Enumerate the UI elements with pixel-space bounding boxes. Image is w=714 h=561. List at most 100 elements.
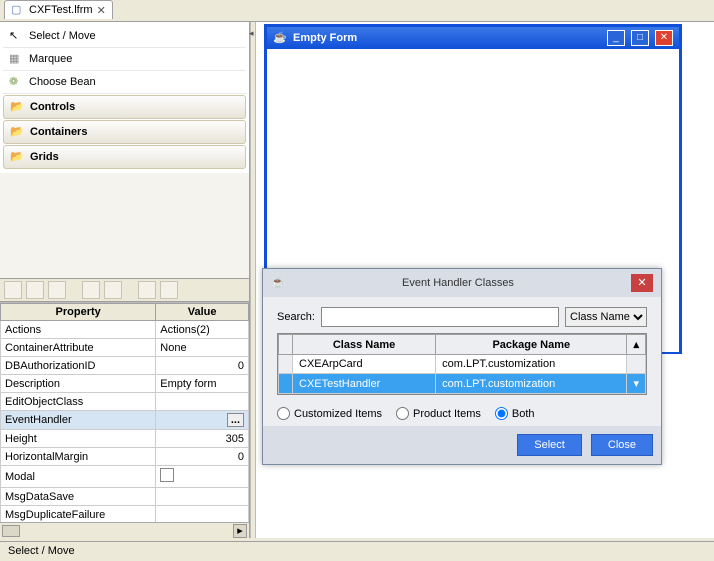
property-name: Description — [1, 375, 156, 393]
palette-cat-label: Containers — [30, 126, 87, 138]
property-value[interactable] — [156, 506, 249, 523]
close-button[interactable]: Close — [591, 434, 653, 456]
cell-package: com.LPT.customization — [436, 355, 627, 374]
sort-za-button[interactable] — [104, 281, 122, 299]
property-value[interactable] — [156, 393, 249, 411]
property-row[interactable]: ContainerAttributeNone — [1, 339, 249, 357]
palette-cat-label: Grids — [30, 151, 59, 163]
col-value[interactable]: Value — [156, 304, 249, 321]
palette-cat-label: Controls — [30, 101, 75, 113]
property-value[interactable]: 0 — [156, 448, 249, 466]
palette-label: Marquee — [29, 53, 72, 65]
folder-icon — [10, 150, 24, 164]
tab-title: CXFTest.lfrm — [29, 4, 93, 16]
java-icon — [273, 31, 287, 45]
search-label: Search: — [277, 311, 315, 323]
search-by-select[interactable]: Class Name — [565, 307, 647, 327]
row-header — [279, 355, 293, 374]
property-row[interactable]: MsgDataSave — [1, 488, 249, 506]
h-scrollbar[interactable]: ▸ — [0, 522, 249, 538]
property-name: Height — [1, 430, 156, 448]
property-value[interactable] — [156, 488, 249, 506]
property-name: Actions — [1, 321, 156, 339]
checkbox[interactable] — [160, 468, 174, 482]
status-text: Select / Move — [8, 545, 75, 557]
property-value[interactable] — [156, 466, 249, 488]
toolbar-button[interactable] — [26, 281, 44, 299]
palette-item-bean[interactable]: Choose Bean — [3, 71, 246, 94]
property-row[interactable]: DescriptionEmpty form — [1, 375, 249, 393]
dialog-close-button[interactable]: ✕ — [631, 274, 653, 292]
scroll-up-button[interactable]: ▴ — [627, 335, 646, 355]
form-icon — [11, 3, 25, 17]
property-row[interactable]: EditObjectClass — [1, 393, 249, 411]
property-value[interactable]: Empty form — [156, 375, 249, 393]
property-name: ContainerAttribute — [1, 339, 156, 357]
editor-tab[interactable]: CXFTest.lfrm ✕ — [4, 0, 113, 19]
property-name: Modal — [1, 466, 156, 488]
close-icon[interactable]: ✕ — [97, 4, 106, 17]
cell-class: CXEArpCard — [293, 355, 436, 374]
cell-package: com.LPT.customization — [436, 374, 627, 394]
palette-cat-containers[interactable]: Containers — [3, 120, 246, 144]
properties-panel: PropertyValue ActionsActions(2)Container… — [0, 302, 249, 522]
sort-az-button[interactable] — [82, 281, 100, 299]
palette-label: Select / Move — [29, 30, 96, 42]
palette-cat-controls[interactable]: Controls — [3, 95, 246, 119]
toolbar-button[interactable] — [4, 281, 22, 299]
ellipsis-button[interactable]: ... — [227, 413, 244, 427]
col-property[interactable]: Property — [1, 304, 156, 321]
palette-label: Choose Bean — [29, 76, 96, 88]
row-header — [279, 374, 293, 394]
palette-item-select[interactable]: Select / Move — [3, 25, 246, 48]
property-name: DBAuthorizationID — [1, 357, 156, 375]
col-package-name[interactable]: Package Name — [436, 335, 627, 355]
palette-cat-grids[interactable]: Grids — [3, 145, 246, 169]
cell-class: CXETestHandler — [293, 374, 436, 394]
palette-item-marquee[interactable]: Marquee — [3, 48, 246, 71]
toolbar-button[interactable] — [138, 281, 156, 299]
palette: Select / Move Marquee Choose Bean Contro… — [0, 22, 249, 173]
radio-customized[interactable]: Customized Items — [277, 407, 382, 420]
property-row[interactable]: EventHandler... — [1, 411, 249, 430]
property-value[interactable]: Actions(2) — [156, 321, 249, 339]
maximize-button[interactable]: □ — [631, 30, 649, 46]
status-bar: Select / Move — [0, 541, 714, 561]
class-grid: Class Name Package Name ▴ CXEArpCardcom.… — [277, 333, 647, 395]
radio-both[interactable]: Both — [495, 407, 535, 420]
property-name: EditObjectClass — [1, 393, 156, 411]
properties-toolbar — [0, 278, 249, 302]
class-row[interactable]: CXETestHandlercom.LPT.customization▾ — [279, 374, 646, 394]
property-row[interactable]: ActionsActions(2) — [1, 321, 249, 339]
property-value[interactable]: 0 — [156, 357, 249, 375]
property-row[interactable]: Height305 — [1, 430, 249, 448]
property-name: MsgDuplicateFailure — [1, 506, 156, 523]
dialog-title: Event Handler Classes — [285, 277, 631, 289]
close-button[interactable]: ✕ — [655, 30, 673, 46]
window-title: Empty Form — [293, 32, 357, 44]
property-value[interactable]: None — [156, 339, 249, 357]
property-row[interactable]: Modal — [1, 466, 249, 488]
class-row[interactable]: CXEArpCardcom.LPT.customization — [279, 355, 646, 374]
folder-icon — [10, 100, 24, 114]
java-icon — [271, 276, 285, 290]
bean-icon — [9, 75, 23, 89]
col-class-name[interactable]: Class Name — [293, 335, 436, 355]
toolbar-button[interactable] — [160, 281, 178, 299]
property-row[interactable]: MsgDuplicateFailure — [1, 506, 249, 523]
property-value[interactable]: ... — [156, 411, 249, 430]
radio-product[interactable]: Product Items — [396, 407, 481, 420]
cursor-icon — [9, 29, 23, 43]
toolbar-button[interactable] — [48, 281, 66, 299]
property-value[interactable]: 305 — [156, 430, 249, 448]
search-input[interactable] — [321, 307, 559, 327]
row-header-col — [279, 335, 293, 355]
scrollbar-track[interactable] — [627, 355, 646, 374]
minimize-button[interactable]: _ — [607, 30, 625, 46]
marquee-icon — [9, 52, 23, 66]
folder-icon — [10, 125, 24, 139]
scroll-down-button[interactable]: ▾ — [627, 374, 646, 394]
property-row[interactable]: HorizontalMargin0 — [1, 448, 249, 466]
select-button[interactable]: Select — [517, 434, 582, 456]
property-row[interactable]: DBAuthorizationID0 — [1, 357, 249, 375]
